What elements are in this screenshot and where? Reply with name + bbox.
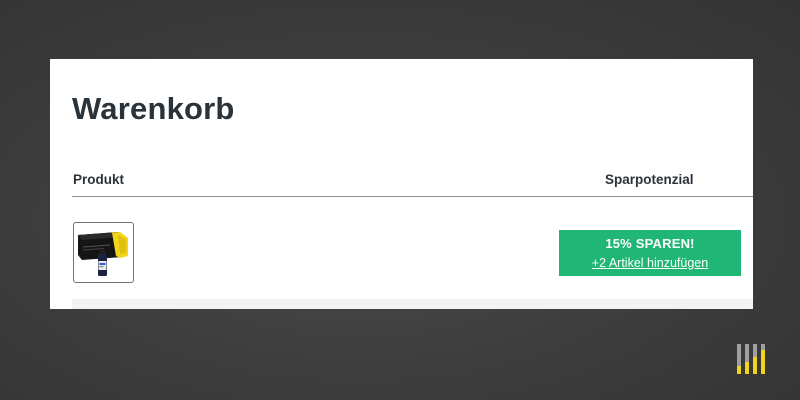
column-header-savings: Sparpotenzial: [605, 172, 694, 187]
savings-badge: 15% SPAREN!: [605, 236, 695, 251]
row-footer-strip: [72, 299, 753, 309]
add-items-link[interactable]: +2 Artikel hinzufügen: [559, 256, 741, 270]
cart-card: Warenkorb Produkt Sparpotenzial 15% SPAR…: [50, 59, 753, 309]
toner-cartridge-and-ink-bottle-icon: [78, 232, 128, 276]
column-header-product: Produkt: [73, 172, 125, 187]
savings-offer-box[interactable]: 15% SPAREN! +2 Artikel hinzufügen: [559, 230, 741, 276]
bar-chart-brand-logo-icon: [737, 344, 767, 374]
cart-item-row: 15% SPAREN! +2 Artikel hinzufügen: [72, 197, 753, 309]
page-title: Warenkorb: [72, 91, 235, 126]
product-thumbnail[interactable]: [73, 222, 134, 283]
